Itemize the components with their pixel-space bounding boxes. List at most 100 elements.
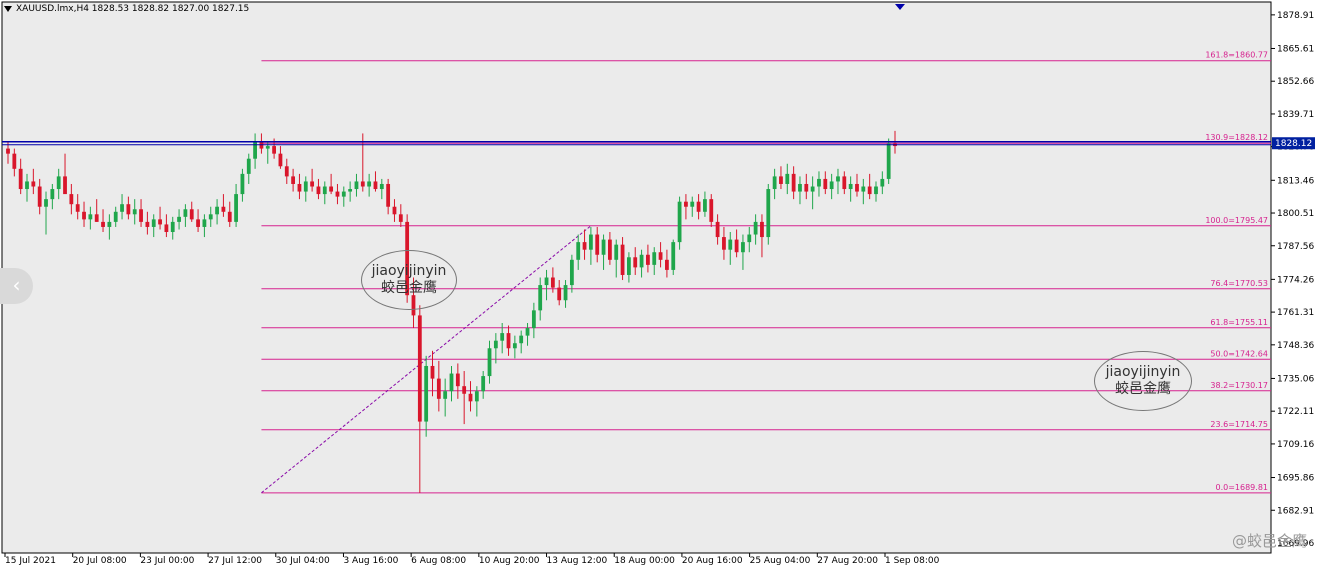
candle-body — [310, 181, 315, 187]
candle-body — [569, 259, 574, 286]
candle-body — [728, 239, 733, 250]
plot-area — [1, 1, 1272, 554]
x-tick-label: 15 Jul 2021 — [5, 556, 56, 566]
chart-header: XAUUSD.lmx,H4 1828.53 1828.82 1827.00 18… — [4, 4, 249, 14]
candle-body — [113, 211, 118, 222]
y-tick-label: 1735.06 — [1277, 374, 1314, 384]
candle-body — [512, 343, 517, 349]
x-tick-label: 30 Jul 04:00 — [276, 556, 330, 566]
candle-body — [341, 191, 346, 197]
candle-body — [373, 181, 378, 190]
symbol-info: XAUUSD.lmx,H4 1828.53 1828.82 1827.00 18… — [16, 4, 250, 14]
candle-body — [658, 252, 663, 260]
watermark-left: jiaoyijinyin 蛟邑金鹰 — [361, 250, 457, 310]
candle-body — [709, 199, 714, 222]
candle-body — [595, 234, 600, 255]
y-tick-label: 1787.56 — [1277, 242, 1314, 252]
candle-body — [823, 178, 828, 190]
candle-body — [82, 211, 86, 220]
candle-body — [487, 348, 492, 377]
candle-body — [50, 189, 55, 200]
candle-body — [614, 244, 619, 260]
fib-level-label: 100.0=1795.47 — [1205, 216, 1268, 225]
candle-body — [12, 153, 17, 169]
dropdown-triangle-icon[interactable] — [4, 5, 12, 12]
candle-body — [607, 239, 612, 260]
candle-body — [734, 239, 739, 253]
candle-body — [791, 173, 796, 192]
candle-body — [202, 219, 207, 227]
candle-body — [493, 340, 498, 349]
y-tick-label: 1839.71 — [1277, 110, 1314, 120]
candle-body — [354, 181, 359, 190]
candle-body — [684, 201, 688, 207]
candle-body — [132, 209, 137, 215]
candle-body — [348, 189, 353, 192]
candle-body — [785, 173, 790, 184]
candle-body — [620, 244, 625, 275]
y-tick-label: 1852.66 — [1277, 77, 1314, 87]
candle-body — [189, 209, 194, 220]
candle-body — [779, 176, 783, 184]
candle-body — [861, 186, 866, 192]
candle-body — [715, 221, 720, 238]
candle-body — [747, 234, 752, 243]
candle-body — [588, 234, 593, 250]
candle-body — [227, 211, 232, 222]
y-tick-label: 1748.36 — [1277, 341, 1314, 351]
candle-body — [316, 186, 321, 195]
candle-body — [443, 391, 448, 399]
candle-body — [151, 219, 156, 227]
candle-body — [703, 199, 707, 212]
x-tick-label: 27 Aug 20:00 — [817, 556, 878, 566]
fib-level-label: 50.0=1742.64 — [1210, 349, 1268, 358]
x-tick-label: 6 Aug 08:00 — [411, 556, 466, 566]
price-chart[interactable]: 1878.911865.611852.661839.711826.761813.… — [0, 0, 1317, 571]
candle-body — [550, 277, 555, 288]
y-tick-label: 1709.16 — [1277, 440, 1314, 450]
candle-body — [462, 386, 467, 394]
candle-body — [474, 391, 479, 402]
candle-body — [886, 143, 891, 179]
candle-body — [430, 365, 435, 379]
candle-body — [291, 176, 296, 184]
candle-body — [360, 181, 365, 187]
y-tick-label: 1695.86 — [1277, 474, 1314, 484]
candle-body — [322, 186, 327, 195]
candle-body — [817, 178, 821, 187]
candle-body — [170, 221, 175, 233]
candle-body — [63, 176, 67, 195]
x-tick-label: 25 Aug 04:00 — [750, 556, 811, 566]
candle-body — [874, 186, 878, 195]
candle-body — [810, 186, 815, 192]
candle-body — [221, 206, 226, 212]
chart-canvas[interactable]: 1878.911865.611852.661839.711826.761813.… — [0, 0, 1317, 571]
candle-body — [392, 206, 397, 215]
candle-body — [652, 252, 657, 265]
x-tick-label: 13 Aug 12:00 — [547, 556, 608, 566]
candle-body — [303, 181, 308, 192]
candle-body — [278, 153, 283, 167]
candle-body — [722, 237, 726, 250]
candle-body — [506, 333, 511, 349]
candle-body — [126, 204, 131, 215]
candle-body — [582, 242, 587, 250]
x-tick-label: 3 Aug 16:00 — [343, 556, 398, 566]
watermark-text-en: jiaoyijinyin — [1105, 364, 1181, 380]
candle-body — [25, 181, 29, 190]
candle-body — [848, 183, 853, 190]
candle-body — [265, 146, 270, 149]
fib-level-label: 23.6=1714.75 — [1210, 420, 1268, 429]
candle-body — [208, 214, 213, 220]
watermark-text-cn: 蛟邑金鹰 — [381, 280, 437, 296]
candle-body — [696, 201, 701, 212]
current-price-label: 1828.12 — [1275, 139, 1312, 149]
fib-level-label: 76.4=1770.53 — [1210, 279, 1268, 288]
candle-body — [842, 176, 847, 190]
y-tick-label: 1682.91 — [1277, 506, 1314, 516]
candle-body — [234, 194, 238, 222]
candle-body — [272, 146, 277, 154]
candle-body — [626, 257, 631, 275]
x-tick-label: 1 Sep 08:00 — [885, 556, 940, 566]
candle-body — [665, 259, 669, 270]
